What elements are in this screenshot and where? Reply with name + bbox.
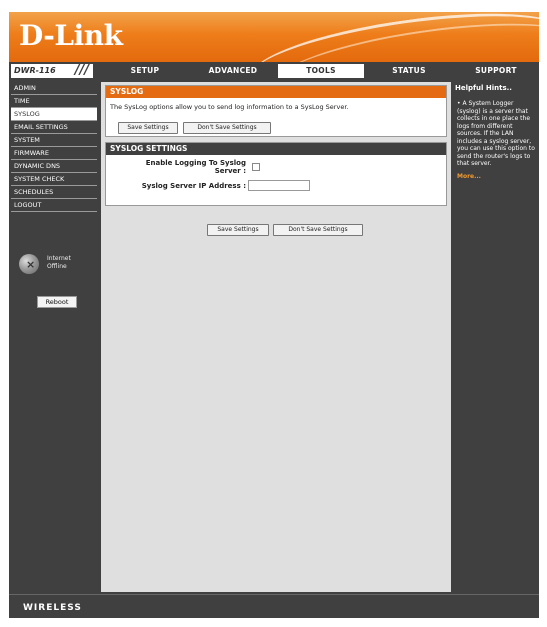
main-content: SYSLOG The SysLog options allow you to s… [101, 82, 451, 592]
sidebar-item-time[interactable]: TIME [11, 95, 97, 108]
internet-globe-icon: × [19, 254, 39, 274]
sidebar-item-schedules[interactable]: SCHEDULES [11, 186, 97, 199]
syslog-settings-box: SYSLOG SETTINGS Enable Logging To Syslog… [105, 142, 447, 206]
sidebar-item-system-check[interactable]: SYSTEM CHECK [11, 173, 97, 186]
router-admin-frame: D-Link DWR-116 /// SETUP ADVANCED TOOLS … [9, 12, 539, 618]
tab-status[interactable]: STATUS [366, 64, 452, 78]
footer: WIRELESS [9, 594, 539, 618]
dont-save-settings-button-top[interactable]: Don't Save Settings [183, 122, 271, 134]
dont-save-settings-button-bottom[interactable]: Don't Save Settings [273, 224, 363, 236]
sidebar-item-system[interactable]: SYSTEM [11, 134, 97, 147]
enable-logging-label-line1: Enable Logging To Syslog [145, 159, 246, 167]
sidebar: ADMIN TIME SYSLOG EMAIL SETTINGS SYSTEM … [9, 82, 99, 592]
internet-status-line2: Offline [47, 263, 67, 270]
helpful-hints-panel: Helpful Hints.. • A System Logger (syslo… [453, 82, 539, 592]
dlink-logo: D-Link [19, 19, 123, 52]
sidebar-item-logout[interactable]: LOGOUT [11, 199, 97, 212]
header-banner: D-Link [9, 12, 539, 62]
syslog-settings-title: SYSLOG SETTINGS [106, 143, 446, 155]
model-name: DWR-116 [14, 66, 56, 75]
tab-support[interactable]: SUPPORT [455, 64, 537, 78]
syslog-ip-input[interactable] [248, 180, 310, 191]
hints-title: Helpful Hints.. [455, 84, 512, 92]
model-slashes: /// [74, 63, 89, 78]
syslog-description: The SysLog options allow you to send log… [110, 103, 349, 111]
syslog-ip-label: Syslog Server IP Address : [141, 182, 246, 190]
footer-wireless: WIRELESS [23, 603, 82, 613]
sidebar-menu: ADMIN TIME SYSLOG EMAIL SETTINGS SYSTEM … [11, 82, 97, 212]
sidebar-item-syslog[interactable]: SYSLOG [11, 108, 97, 121]
hints-more-link[interactable]: More... [453, 168, 539, 180]
reboot-button[interactable]: Reboot [37, 296, 77, 308]
save-settings-button-bottom[interactable]: Save Settings [207, 224, 269, 236]
enable-logging-label: Enable Logging To Syslog Server : [126, 159, 246, 175]
syslog-title: SYSLOG [106, 86, 446, 98]
tab-advanced[interactable]: ADVANCED [190, 64, 276, 78]
save-settings-button-top[interactable]: Save Settings [118, 122, 178, 134]
sidebar-item-firmware[interactable]: FIRMWARE [11, 147, 97, 160]
internet-status: × Internet Offline [17, 252, 93, 282]
sidebar-item-dynamic-dns[interactable]: DYNAMIC DNS [11, 160, 97, 173]
tab-setup[interactable]: SETUP [102, 64, 188, 78]
tab-row: DWR-116 /// SETUP ADVANCED TOOLS STATUS … [9, 62, 539, 80]
hints-body: • A System Logger (syslog) is a server t… [457, 100, 535, 167]
enable-logging-label-line2: Server : [214, 167, 246, 175]
model-label: DWR-116 /// [11, 63, 93, 78]
internet-status-line1: Internet [47, 255, 71, 262]
enable-logging-checkbox[interactable] [252, 163, 260, 171]
syslog-box: SYSLOG The SysLog options allow you to s… [105, 85, 447, 137]
offline-x-icon: × [26, 258, 36, 271]
tab-tools[interactable]: TOOLS [278, 64, 364, 78]
internet-status-text: Internet Offline [47, 255, 71, 271]
sidebar-item-email-settings[interactable]: EMAIL SETTINGS [11, 121, 97, 134]
sidebar-item-admin[interactable]: ADMIN [11, 82, 97, 95]
